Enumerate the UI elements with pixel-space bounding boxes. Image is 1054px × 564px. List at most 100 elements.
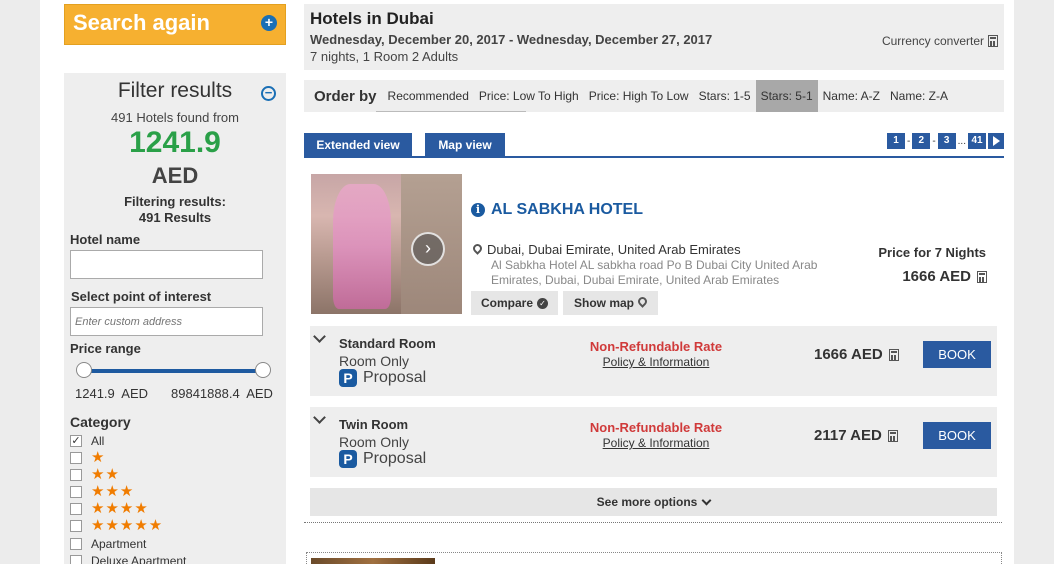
hotel-location-text: Dubai, Dubai Emirate, United Arab Emirat… <box>487 242 741 257</box>
price-slider-min-handle[interactable] <box>76 362 92 378</box>
page-41-button[interactable]: 41 <box>968 133 986 149</box>
filter-panel: Filter results − 491 Hotels found from 1… <box>64 73 286 564</box>
policy-link[interactable]: Policy & Information <box>585 436 727 450</box>
price-max-value: 89841888.4 AED <box>171 386 273 401</box>
stay-summary: 7 nights, 1 Room 2 Adults <box>310 49 459 64</box>
sort-name-z-a[interactable]: Name: Z-A <box>885 80 953 112</box>
hotel-photo[interactable]: › <box>311 174 462 314</box>
proposal: P Proposal <box>339 369 426 387</box>
sort-price-high-low[interactable]: Price: High To Low <box>584 80 694 112</box>
price-slider-track[interactable] <box>78 369 260 373</box>
room-price: 1666 AED <box>814 346 899 363</box>
chevron-down-icon[interactable] <box>313 330 326 343</box>
compare-button[interactable]: Compare ✓ <box>471 291 558 315</box>
extended-view-tab[interactable]: Extended view <box>304 133 412 157</box>
page-1-button[interactable]: 1 <box>886 133 905 149</box>
book-button[interactable]: BOOK <box>923 422 991 449</box>
checkbox[interactable] <box>70 519 82 532</box>
category-3-stars[interactable]: ★★★ <box>70 483 134 500</box>
sort-name-a-z[interactable]: Name: A-Z <box>818 80 885 112</box>
min-price-currency: AED <box>151 163 199 188</box>
collapse-minus-icon[interactable]: − <box>261 86 276 101</box>
sort-price-low-high[interactable]: Price: Low To High <box>474 80 584 112</box>
rate-info: Non-Refundable Rate Policy & Information <box>585 420 727 450</box>
page-separator: - <box>932 135 936 147</box>
policy-link[interactable]: Policy & Information <box>585 355 727 369</box>
view-tabs-underline <box>304 156 1004 158</box>
checkbox[interactable] <box>70 451 82 464</box>
star-icon: ★★★ <box>91 483 135 500</box>
price-min-currency: AED <box>121 386 149 401</box>
map-view-tab[interactable]: Map view <box>425 133 505 157</box>
poi-field[interactable] <box>70 307 263 336</box>
room-price-value: 2117 AED <box>814 427 882 444</box>
photo-figure <box>333 184 391 309</box>
order-by-bar: Order by Recommended Price: Low To High … <box>304 80 1004 112</box>
category-deluxe-apartment-label: Deluxe Apartment <box>91 553 187 564</box>
checkbox[interactable] <box>70 485 82 498</box>
proposal-label: Proposal <box>363 450 427 467</box>
filter-title: Filter results − <box>64 79 286 103</box>
info-icon[interactable]: i <box>471 203 485 217</box>
next-hotel-photo[interactable] <box>311 558 435 564</box>
order-by-divider <box>376 111 526 112</box>
currency-converter-link[interactable]: Currency converter <box>882 34 998 48</box>
map-pin-icon <box>638 297 647 309</box>
filtering-label: Filtering results: <box>124 194 226 209</box>
category-all[interactable]: ✓ All <box>70 432 104 449</box>
checkbox[interactable] <box>70 468 82 481</box>
hotel-name-input[interactable] <box>71 251 262 278</box>
proposal-p-icon: P <box>339 450 357 468</box>
hotel-price: 1666 AED <box>902 268 987 285</box>
calculator-icon[interactable] <box>888 348 899 361</box>
see-more-options-button[interactable]: See more options <box>310 488 997 516</box>
filter-title-text: Filter results <box>117 79 233 102</box>
star-icon: ★★★★ <box>91 500 149 517</box>
sort-recommended[interactable]: Recommended <box>383 80 474 112</box>
page: Search again + Filter results − 491 Hote… <box>40 0 1014 564</box>
price-min-value: 1241.9 AED <box>75 386 148 401</box>
calculator-icon[interactable] <box>977 270 987 283</box>
show-map-label: Show map <box>573 296 634 310</box>
category-2-stars[interactable]: ★★ <box>70 466 120 483</box>
compare-label: Compare <box>480 296 533 310</box>
checkbox-checked[interactable]: ✓ <box>70 434 82 447</box>
category-deluxe-apartment[interactable]: Deluxe Apartment <box>70 552 186 564</box>
room-row-twin: Twin Room Room Only P Proposal Non-Refun… <box>310 407 997 477</box>
book-button[interactable]: BOOK <box>923 341 991 368</box>
price-slider-max-handle[interactable] <box>255 362 271 378</box>
sort-stars-1-5[interactable]: Stars: 1-5 <box>694 80 756 112</box>
star-icon: ★★★★★ <box>91 517 164 534</box>
sort-stars-5-1[interactable]: Stars: 5-1 <box>755 80 818 112</box>
pagination: 1 - 2 - 3 ... 41 <box>886 133 1004 149</box>
filtering-results: Filtering results: 491 Results <box>64 194 286 226</box>
rate-title: Non-Refundable Rate <box>589 420 723 435</box>
room-price: 2117 AED <box>814 427 898 444</box>
category-apartment[interactable]: Apartment <box>70 535 146 552</box>
calculator-icon[interactable] <box>887 429 898 442</box>
hotel-name[interactable]: AL SABKHA HOTEL <box>491 201 643 219</box>
category-5-stars[interactable]: ★★★★★ <box>70 517 163 534</box>
chevron-down-icon <box>701 495 712 505</box>
hotel-name-label: Hotel name <box>70 232 141 247</box>
category-1-star[interactable]: ★ <box>70 449 105 466</box>
page-3-button[interactable]: 3 <box>937 133 956 149</box>
category-label: Category <box>70 414 131 430</box>
next-photo-arrow-icon[interactable]: › <box>411 232 445 266</box>
category-4-stars[interactable]: ★★★★ <box>70 500 149 517</box>
checkbox[interactable] <box>70 554 82 564</box>
page-ellipsis: ... <box>957 135 966 147</box>
poi-input[interactable] <box>71 308 262 335</box>
hotel-name-field[interactable] <box>70 250 263 279</box>
checkbox[interactable] <box>70 537 82 550</box>
next-page-arrow-icon[interactable] <box>988 133 1004 149</box>
hotel-title[interactable]: i AL SABKHA HOTEL <box>471 201 643 219</box>
checkbox[interactable] <box>70 502 82 515</box>
calculator-icon <box>988 35 998 47</box>
chevron-down-icon[interactable] <box>313 411 326 424</box>
search-again-button[interactable]: Search again + <box>64 4 286 45</box>
show-map-button[interactable]: Show map <box>563 291 658 315</box>
page-2-button[interactable]: 2 <box>912 133 931 149</box>
map-pin-icon <box>473 244 482 256</box>
results-header: Hotels in Dubai Wednesday, December 20, … <box>304 4 1004 70</box>
